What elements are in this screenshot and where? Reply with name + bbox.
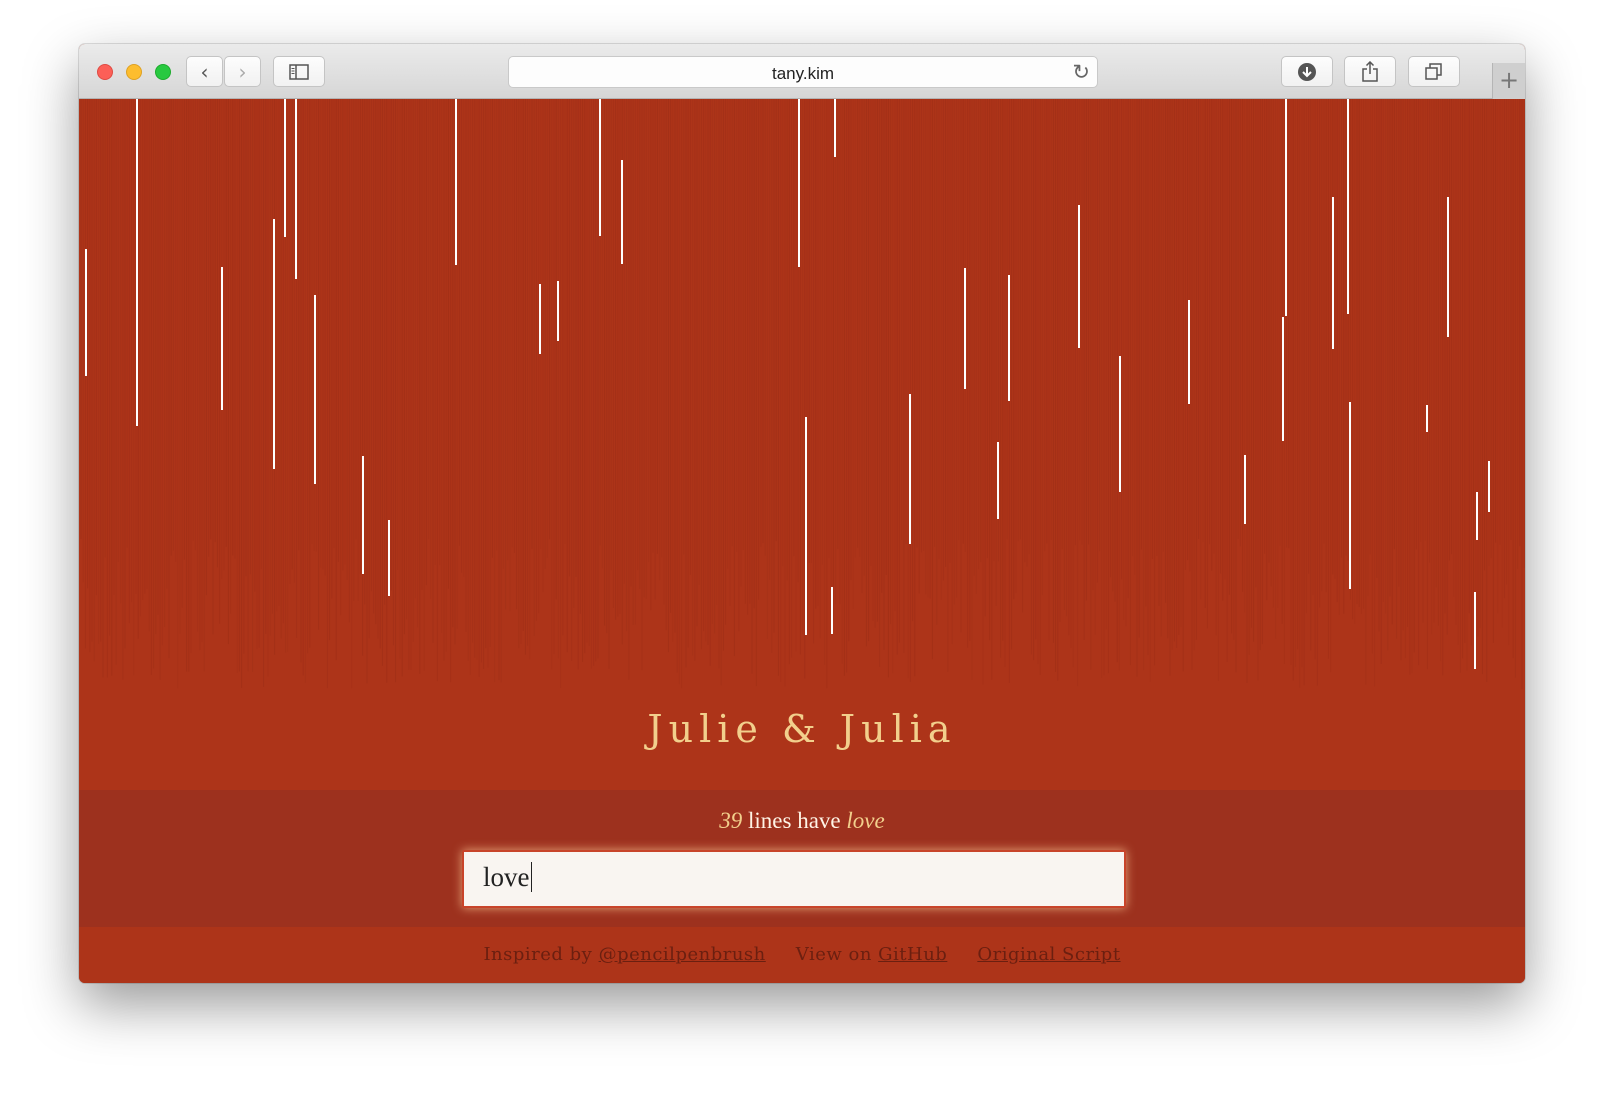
page-title: Julie & Julia bbox=[647, 707, 957, 751]
back-icon: ‹ bbox=[200, 59, 209, 84]
address-bar[interactable]: tany.kim ↻ bbox=[508, 56, 1098, 88]
back-button[interactable]: ‹ bbox=[186, 56, 223, 87]
script-lines-visualization bbox=[80, 99, 1525, 689]
original-script-link[interactable]: Original Script bbox=[977, 944, 1120, 965]
tabs-button[interactable] bbox=[1408, 56, 1460, 87]
footer: Inspired by @pencilpenbrush View on GitHu… bbox=[79, 944, 1525, 965]
downloads-button[interactable] bbox=[1281, 56, 1333, 87]
search-section: 39 lines have love love bbox=[79, 790, 1525, 927]
new-tab-button[interactable]: + bbox=[1492, 63, 1525, 99]
url-text: tany.kim bbox=[771, 64, 835, 83]
minimize-window-button[interactable] bbox=[126, 64, 142, 80]
browser-toolbar: ‹ › tany.kim ↻ + bbox=[79, 44, 1525, 99]
tabs-icon bbox=[1425, 62, 1442, 80]
inspired-link[interactable]: @pencilpenbrush bbox=[599, 944, 766, 965]
github-prefix: View on bbox=[795, 944, 879, 965]
inspired-prefix: Inspired by bbox=[483, 944, 599, 965]
forward-icon: › bbox=[238, 59, 247, 84]
result-middle-text: lines have bbox=[742, 808, 847, 833]
page-content: Julie & Julia 39 lines have love love In… bbox=[79, 99, 1525, 983]
search-value: love bbox=[483, 862, 530, 892]
sidebar-icon bbox=[289, 63, 309, 80]
forward-button[interactable]: › bbox=[224, 56, 261, 87]
sidebar-button[interactable] bbox=[273, 56, 325, 87]
search-input[interactable]: love bbox=[462, 850, 1126, 908]
zoom-window-button[interactable] bbox=[155, 64, 171, 80]
download-icon bbox=[1298, 62, 1316, 81]
reload-icon[interactable]: ↻ bbox=[1072, 60, 1090, 84]
text-caret bbox=[530, 862, 532, 892]
share-button[interactable] bbox=[1344, 56, 1396, 87]
share-icon bbox=[1362, 60, 1378, 82]
result-term: love bbox=[846, 808, 885, 833]
browser-window: ‹ › tany.kim ↻ + Julie & Julia 39 lines … bbox=[79, 44, 1525, 983]
result-summary: 39 lines have love bbox=[79, 808, 1525, 834]
result-count: 39 bbox=[719, 808, 743, 833]
new-tab-icon: + bbox=[1498, 66, 1520, 94]
close-window-button[interactable] bbox=[97, 64, 113, 80]
github-link[interactable]: GitHub bbox=[878, 944, 947, 965]
